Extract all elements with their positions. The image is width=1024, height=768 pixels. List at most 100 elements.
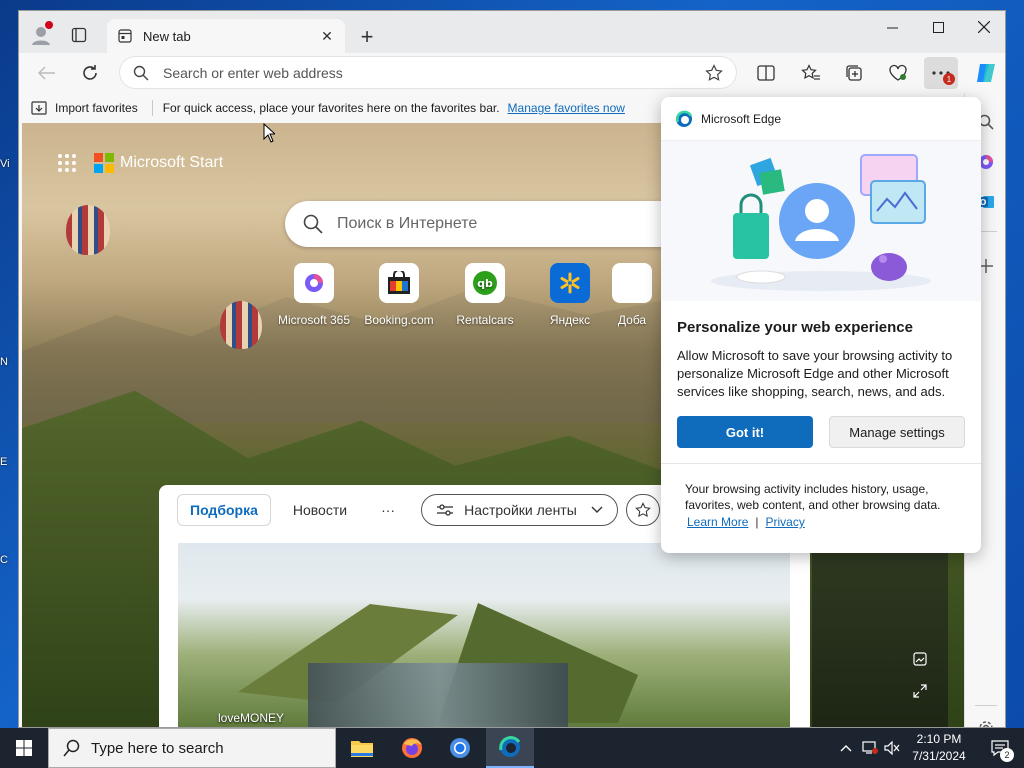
- quick-link-rentalcars[interactable]: qb Rentalcars: [440, 263, 530, 327]
- network-tray-button[interactable]: [860, 728, 880, 768]
- taskbar-file-explorer[interactable]: [338, 728, 386, 768]
- feed-favorite-button[interactable]: [625, 494, 660, 526]
- image-info-icon[interactable]: [910, 649, 930, 669]
- volume-tray-button[interactable]: [882, 728, 902, 768]
- refresh-icon: [83, 65, 97, 80]
- firefox-icon: [402, 738, 422, 758]
- feed-settings-button[interactable]: Настройки ленты: [421, 494, 618, 526]
- split-screen-icon: [757, 65, 775, 81]
- brand-name[interactable]: Microsoft Start: [120, 154, 223, 172]
- rentalcars-icon: qb: [465, 263, 505, 303]
- quick-link-yandex[interactable]: Яндекс: [525, 263, 615, 327]
- volume-muted-icon: [884, 741, 900, 755]
- link-separator: |: [755, 515, 759, 529]
- desktop-label: E: [0, 456, 8, 468]
- sliders-icon: [437, 504, 454, 516]
- back-button[interactable]: [31, 57, 63, 89]
- windows-logo-icon: [16, 740, 32, 756]
- taskbar: Type here to search 2:10 PM 7/31/2024 2: [0, 728, 1024, 768]
- minimize-button[interactable]: [869, 11, 915, 43]
- flyout-links: Learn More | Privacy: [687, 515, 805, 529]
- title-bar: New tab ✕ +: [19, 11, 1005, 53]
- taskbar-edge[interactable]: [486, 728, 534, 768]
- split-screen-button[interactable]: [749, 57, 783, 89]
- start-button[interactable]: [0, 728, 48, 768]
- tab-actions-icon: [71, 27, 87, 43]
- import-icon: [31, 101, 47, 115]
- taskbar-firefox[interactable]: [388, 728, 436, 768]
- new-tab-button[interactable]: +: [353, 23, 381, 51]
- profile-button[interactable]: [25, 19, 57, 51]
- web-search-input[interactable]: Поиск в Интернете: [285, 201, 685, 247]
- import-favorites-label: Import favorites: [55, 101, 138, 115]
- feed-tab-news[interactable]: Новости: [281, 494, 359, 526]
- manage-settings-button[interactable]: Manage settings: [829, 416, 965, 448]
- notification-count: 2: [1000, 748, 1014, 762]
- desktop-label: Vi: [0, 158, 10, 170]
- feed-tabs: Подборка Новости ··· Настройки ленты: [177, 493, 660, 527]
- flyout-app-name: Microsoft Edge: [701, 111, 782, 126]
- tab-title: New tab: [143, 28, 191, 44]
- feed-article-image[interactable]: loveMONEY: [178, 543, 790, 727]
- favbar-divider: [151, 100, 153, 116]
- balloon-image: [66, 205, 110, 255]
- maximize-button[interactable]: [915, 11, 961, 43]
- collections-button[interactable]: [837, 57, 871, 89]
- favorites-list-icon: [801, 64, 820, 80]
- microsoft-logo-icon: [94, 153, 114, 173]
- booking-bag-icon: [379, 263, 419, 303]
- privacy-link[interactable]: Privacy: [766, 515, 805, 529]
- chrome-icon: [450, 738, 470, 758]
- edge-window: New tab ✕ + Search or enter web address: [18, 10, 1006, 728]
- got-it-button[interactable]: Got it!: [677, 416, 813, 448]
- arrow-left-icon: [38, 66, 55, 80]
- show-hidden-icons-button[interactable]: [836, 728, 856, 768]
- edge-icon: [499, 736, 521, 757]
- expand-icon[interactable]: [910, 681, 930, 701]
- close-tab-icon[interactable]: ✕: [319, 28, 335, 44]
- taskbar-search-placeholder: Type here to search: [91, 739, 224, 757]
- tab-actions-button[interactable]: [63, 19, 95, 51]
- article-source: loveMONEY: [218, 711, 285, 725]
- quick-link-booking[interactable]: Booking.com: [354, 263, 444, 327]
- notifications-button[interactable]: 2: [980, 728, 1020, 768]
- quick-link-add[interactable]: Доба: [612, 263, 652, 327]
- copilot-icon: [977, 64, 995, 82]
- favorite-star-icon[interactable]: [705, 63, 723, 82]
- app-launcher-icon[interactable]: [58, 154, 76, 172]
- import-favorites-button[interactable]: Import favorites: [31, 101, 138, 115]
- address-placeholder: Search or enter web address: [163, 64, 343, 81]
- microsoft-start-header: Microsoft Start: [58, 153, 223, 173]
- edge-logo-icon: [676, 110, 693, 127]
- house-illustration: [238, 593, 638, 727]
- browser-essentials-button[interactable]: [881, 57, 915, 89]
- manage-favorites-link[interactable]: Manage favorites now: [508, 101, 625, 115]
- feed-more-button[interactable]: ···: [369, 494, 407, 526]
- search-icon: [303, 214, 323, 234]
- quick-link-label: Rentalcars: [456, 313, 514, 327]
- quick-link-label: Яндекс: [549, 313, 591, 327]
- quick-link-microsoft-365[interactable]: Microsoft 365: [269, 263, 359, 327]
- learn-more-link[interactable]: Learn More: [687, 515, 748, 529]
- heart-pulse-icon: [889, 64, 907, 81]
- refresh-button[interactable]: [74, 57, 106, 89]
- close-window-button[interactable]: [961, 11, 1005, 43]
- favorites-button[interactable]: [794, 57, 828, 89]
- walmart-spark-icon: [550, 263, 590, 303]
- flyout-header: Microsoft Edge: [661, 97, 981, 141]
- quick-link-label: Microsoft 365: [277, 313, 351, 327]
- favbar-hint: For quick access, place your favorites h…: [162, 101, 500, 115]
- star-icon: [634, 502, 651, 518]
- clock-time: 2:10 PM: [916, 732, 962, 746]
- feed-tab-selected[interactable]: Подборка: [177, 494, 271, 526]
- copilot-button[interactable]: [969, 57, 1003, 89]
- settings-and-more-button[interactable]: 1: [924, 57, 958, 89]
- flyout-description: Allow Microsoft to save your browsing ac…: [677, 348, 953, 399]
- taskbar-chrome[interactable]: [436, 728, 484, 768]
- taskbar-search-input[interactable]: Type here to search: [48, 728, 336, 768]
- address-bar[interactable]: Search or enter web address: [119, 56, 737, 89]
- notification-badge: 1: [943, 73, 955, 85]
- taskbar-clock[interactable]: 2:10 PM 7/31/2024: [902, 731, 976, 765]
- tab-new-tab[interactable]: New tab ✕: [107, 19, 345, 53]
- sidebar-settings-button[interactable]: [971, 713, 1001, 727]
